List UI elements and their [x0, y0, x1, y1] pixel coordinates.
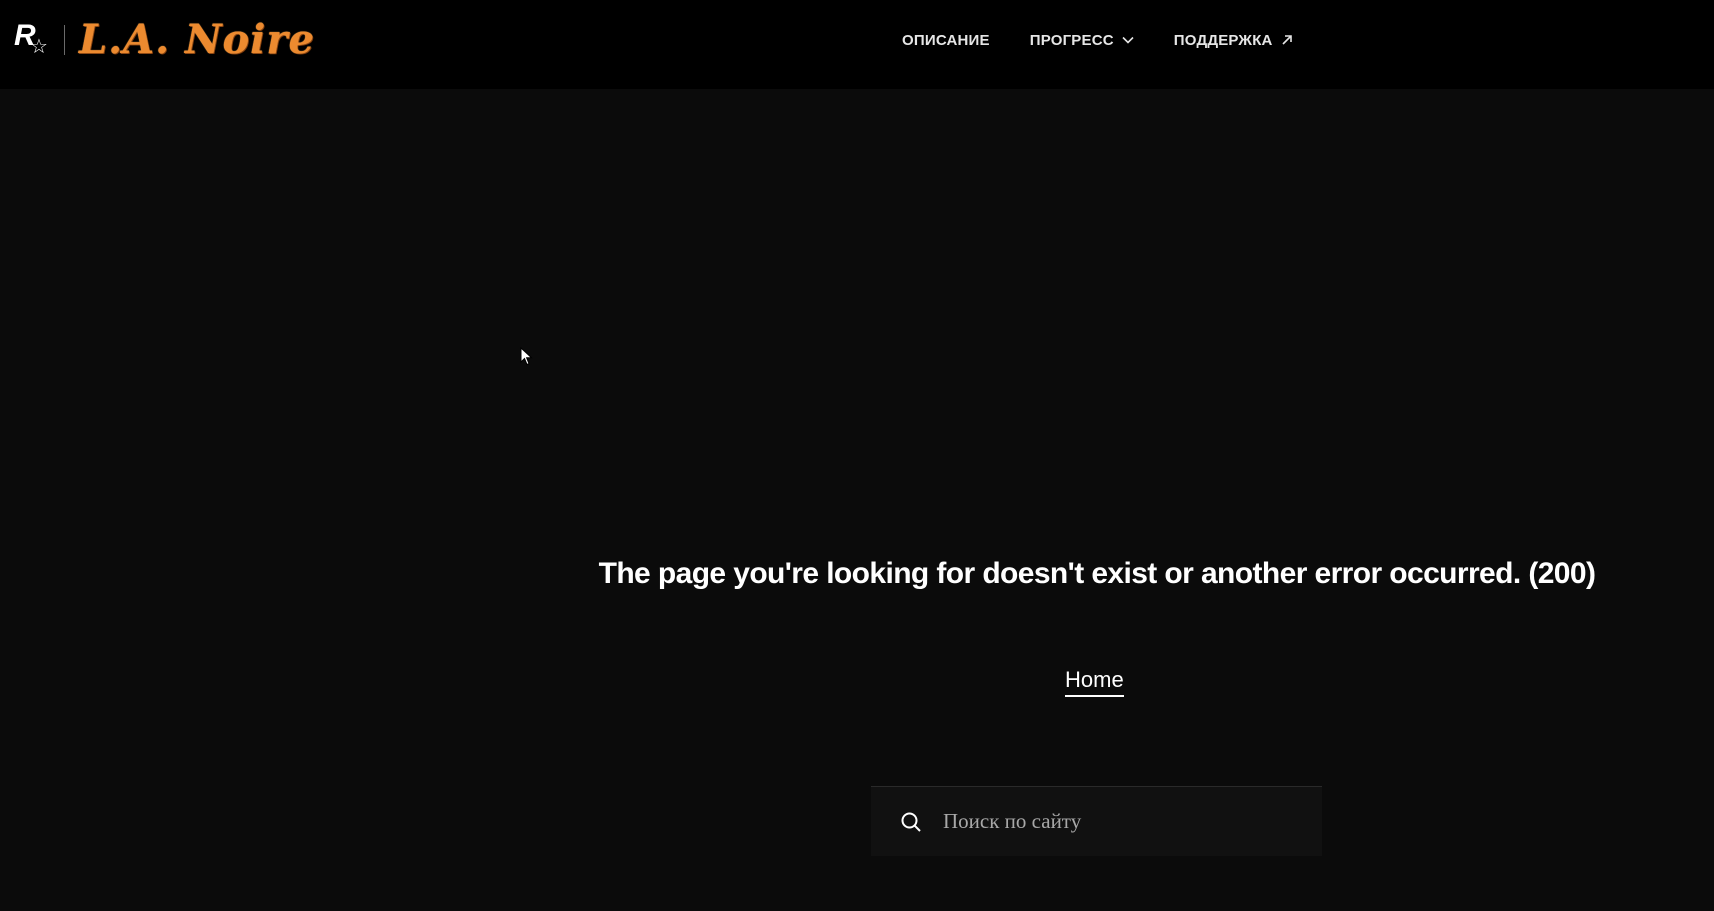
chevron-down-icon — [1122, 36, 1134, 44]
nav-item-label: ПРОГРЕСС — [1029, 31, 1114, 49]
brand: R ☆ L.A. Noire — [14, 16, 315, 64]
external-link-arrow-icon — [1281, 34, 1293, 46]
main-nav: ОПИСАНИЕ ПРОГРЕСС ПОДДЕРЖКА — [902, 28, 1293, 52]
search-input[interactable] — [941, 800, 1305, 843]
search-icon[interactable] — [899, 810, 923, 834]
rockstar-logo-star: ☆ — [30, 36, 48, 58]
brand-divider — [64, 25, 65, 55]
home-link[interactable]: Home — [1065, 667, 1124, 697]
error-message: The page you're looking for doesn't exis… — [598, 557, 1596, 591]
nav-item-label: ОПИСАНИЕ — [902, 31, 990, 49]
mouse-cursor-icon — [520, 346, 534, 372]
site-search[interactable] — [871, 786, 1322, 856]
nav-item-description[interactable]: ОПИСАНИЕ — [902, 28, 990, 52]
nav-item-label: ПОДДЕРЖКА — [1173, 31, 1273, 49]
nav-item-support[interactable]: ПОДДЕРЖКА — [1174, 28, 1293, 52]
nav-item-progress[interactable]: ПРОГРЕСС — [1030, 28, 1134, 52]
game-logo[interactable]: L.A. Noire — [79, 16, 315, 64]
rockstar-logo[interactable]: R ☆ — [14, 20, 54, 60]
site-header: R ☆ L.A. Noire ОПИСАНИЕ ПРОГРЕСС ПОДДЕРЖ… — [0, 0, 1714, 89]
